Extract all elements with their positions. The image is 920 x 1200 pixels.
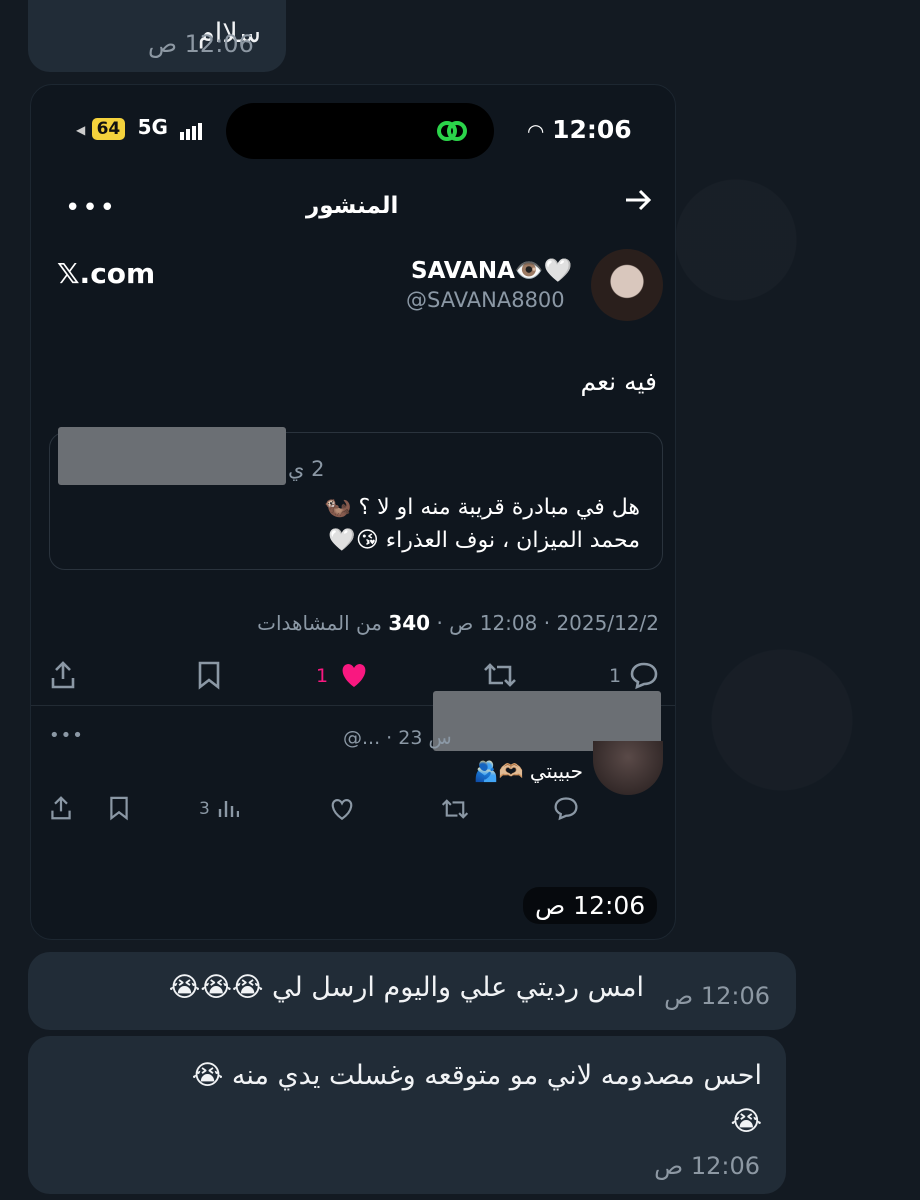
post-text: فيه نعم	[580, 367, 657, 396]
headphones-icon: ◠	[528, 119, 544, 143]
image-message-screenshot[interactable]: ◀ 64 5G ◠ 12:06 ••• المنشور 𝕏.com SAVANA…	[30, 84, 676, 940]
author-avatar[interactable]	[591, 249, 663, 321]
status-bar-left: ◀ 64 5G	[76, 115, 204, 140]
more-options-icon[interactable]: •••	[65, 193, 117, 223]
likes-count: 1	[316, 665, 329, 687]
quoted-post-meta: 2 ي	[288, 457, 325, 481]
status-time: 12:06	[552, 115, 632, 144]
message-text-line-1: احس مصدومه لاني مو متوقعه وغسلت يدي منه …	[191, 1060, 762, 1091]
reply-icon[interactable]	[629, 660, 659, 690]
link-icon	[437, 121, 467, 141]
status-bar-right: ◠ 12:06	[528, 115, 632, 144]
reply-author-avatar[interactable]	[593, 741, 663, 795]
quoted-post-line-1: هل في مبادرة قريبة منه او لا ؟ 🦦	[324, 495, 640, 520]
message-time: 12:06 ص	[664, 982, 770, 1010]
reply-like-icon[interactable]	[329, 797, 355, 821]
post-meta-row: 2025/12/2 · 12:08 ص · 340 من المشاهدات	[257, 611, 659, 635]
reply-meta: @... · 23 س	[343, 727, 452, 749]
message-bubble-3[interactable]: احس مصدومه لاني مو متوقعه وغسلت يدي منه …	[28, 1036, 786, 1194]
reply-more-icon[interactable]: •••	[49, 725, 84, 746]
reply-views-count: 3	[199, 799, 210, 819]
quoted-post-line-2: محمد الميزان ، نوف العذراء 😘🤍	[328, 528, 640, 553]
reply-bookmark-icon[interactable]	[108, 795, 130, 821]
repost-icon[interactable]	[483, 661, 517, 689]
message-bubble-2[interactable]: امس رديتي علي واليوم ارسل لي 😭😭😭 12:06 ص	[28, 952, 796, 1030]
views-count: 340	[388, 611, 431, 635]
post-date: 2025/12/2	[556, 611, 659, 635]
author-display-name[interactable]: SAVANA👁️🤍	[411, 257, 572, 284]
heart-icon-liked[interactable]	[338, 661, 370, 689]
meta-separator: ·	[537, 611, 551, 635]
back-arrow-icon[interactable]	[623, 185, 653, 219]
replies-count: 1	[609, 665, 622, 687]
reply-reply-icon[interactable]	[553, 795, 579, 821]
post-domain: 𝕏.com	[57, 257, 156, 290]
signal-bars-icon	[180, 115, 204, 140]
author-handle[interactable]: @SAVANA8800	[406, 288, 565, 312]
meta-separator: ·	[430, 611, 443, 635]
redacted-quoted-author	[58, 427, 286, 485]
reply-views-icon	[217, 797, 239, 819]
message-text: امس رديتي علي واليوم ارسل لي 😭😭😭	[168, 972, 644, 1003]
image-message-time: 12:06 ص	[523, 887, 658, 924]
message-time: 12:06 ص	[148, 30, 254, 58]
battery-badge: 64	[91, 118, 126, 140]
quoted-post-card[interactable]: 2 ي هل في مبادرة قريبة منه او لا ؟ 🦦 محم…	[49, 427, 663, 570]
message-bubble-greeting[interactable]: سلاام 12:06 ص	[28, 0, 286, 72]
message-time: 12:06 ص	[654, 1152, 760, 1180]
post-header-title: المنشور	[306, 193, 399, 219]
signal-icon: ◀	[76, 123, 86, 137]
views-label: من المشاهدات	[257, 611, 382, 635]
post-time: 12:08 ص	[449, 611, 538, 635]
bookmark-icon[interactable]	[196, 660, 222, 690]
reply-share-icon[interactable]	[49, 795, 73, 821]
reply-text: حبيبتي 🫶🏼🫂	[473, 759, 583, 783]
reply-repost-icon[interactable]	[441, 797, 469, 821]
share-icon[interactable]	[49, 660, 77, 690]
network-label: 5G	[137, 115, 168, 139]
message-text-line-2: 😭	[730, 1106, 762, 1137]
dynamic-island	[226, 103, 494, 159]
